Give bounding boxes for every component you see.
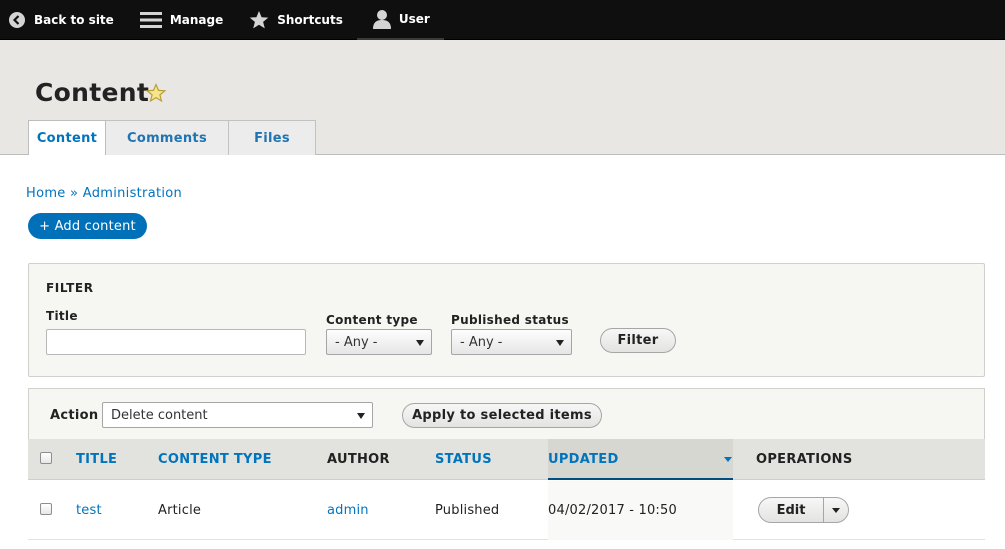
row-select-checkbox[interactable]: [40, 503, 52, 515]
tab-files[interactable]: Files: [229, 120, 316, 155]
manage-label: Manage: [169, 12, 224, 27]
filter-panel: FILTER Title Content type - Any - Publis…: [28, 263, 985, 377]
content-type-label: Content type: [326, 313, 418, 327]
apply-to-selected-button[interactable]: Apply to selected items: [402, 403, 602, 428]
content-type-value: - Any -: [335, 334, 378, 350]
tab-comments[interactable]: Comments: [106, 120, 229, 155]
sort-descending-icon: [724, 457, 732, 462]
hamburger-icon: [139, 11, 162, 28]
row-updated: 04/02/2017 - 10:50: [548, 503, 677, 518]
row-status: Published: [435, 503, 500, 518]
operations-dropbutton: Edit: [758, 497, 849, 523]
content-table-header: TITLE CONTENT TYPE AUTHOR STATUS UPDATED…: [28, 439, 985, 480]
star-icon: [249, 10, 269, 28]
action-select-value: Delete content: [111, 407, 208, 423]
column-title[interactable]: TITLE: [76, 439, 117, 480]
filter-legend: FILTER: [46, 281, 94, 295]
action-label: Action: [50, 408, 99, 423]
filter-button[interactable]: Filter: [600, 328, 676, 353]
edit-button[interactable]: Edit: [759, 498, 824, 522]
column-operations: OPERATIONS: [756, 452, 853, 467]
published-status-select[interactable]: - Any -: [451, 329, 572, 355]
breadcrumb-home-link[interactable]: Home: [26, 186, 66, 201]
page-header: Content Content Comments Files: [0, 40, 1005, 155]
column-content-type[interactable]: CONTENT TYPE: [158, 439, 272, 480]
shortcuts-label: Shortcuts: [277, 12, 343, 27]
tab-content[interactable]: Content: [28, 120, 106, 155]
manage-menu[interactable]: Manage: [128, 0, 237, 40]
content-type-select[interactable]: - Any -: [326, 329, 432, 355]
breadcrumb-separator: »: [70, 186, 79, 201]
user-icon: [372, 9, 391, 29]
breadcrumb: Home » Administration: [26, 186, 182, 201]
back-to-site-link[interactable]: Back to site: [0, 0, 128, 40]
select-all-checkbox[interactable]: [40, 452, 52, 464]
bulk-actions-bar: Action Delete content Apply to selected …: [28, 388, 985, 455]
published-status-label: Published status: [451, 313, 569, 327]
operations-toggle-chevron-down-icon[interactable]: [824, 498, 848, 522]
row-author-link[interactable]: admin: [327, 481, 369, 540]
row-content-type: Article: [158, 503, 202, 518]
title-filter-input[interactable]: [46, 329, 306, 355]
shortcut-star-icon[interactable]: [146, 83, 166, 103]
breadcrumb-administration-link[interactable]: Administration: [83, 186, 182, 201]
dropdown-arrow-icon: [416, 340, 424, 346]
published-status-value: - Any -: [460, 334, 503, 350]
column-status[interactable]: STATUS: [435, 439, 492, 480]
user-label: User: [398, 11, 430, 26]
dropdown-arrow-icon: [357, 413, 365, 419]
table-row: test Article admin Published 04/02/2017 …: [28, 481, 985, 540]
back-to-site-label: Back to site: [34, 12, 114, 27]
row-title-link[interactable]: test: [76, 481, 102, 540]
add-content-button[interactable]: + Add content: [28, 213, 147, 239]
shortcuts-menu[interactable]: Shortcuts: [237, 0, 357, 40]
user-menu[interactable]: User: [356, 0, 444, 40]
column-updated[interactable]: UPDATED: [548, 439, 619, 480]
admin-toolbar: Back to site Manage Shortcuts User: [0, 0, 1005, 40]
title-filter-label: Title: [46, 309, 78, 323]
page-title: Content: [35, 78, 150, 107]
primary-tabs: Content Comments Files: [28, 120, 316, 155]
dropdown-arrow-icon: [556, 340, 564, 346]
back-arrow-icon: [9, 11, 25, 28]
action-select[interactable]: Delete content: [102, 402, 373, 428]
column-author: AUTHOR: [327, 452, 390, 467]
